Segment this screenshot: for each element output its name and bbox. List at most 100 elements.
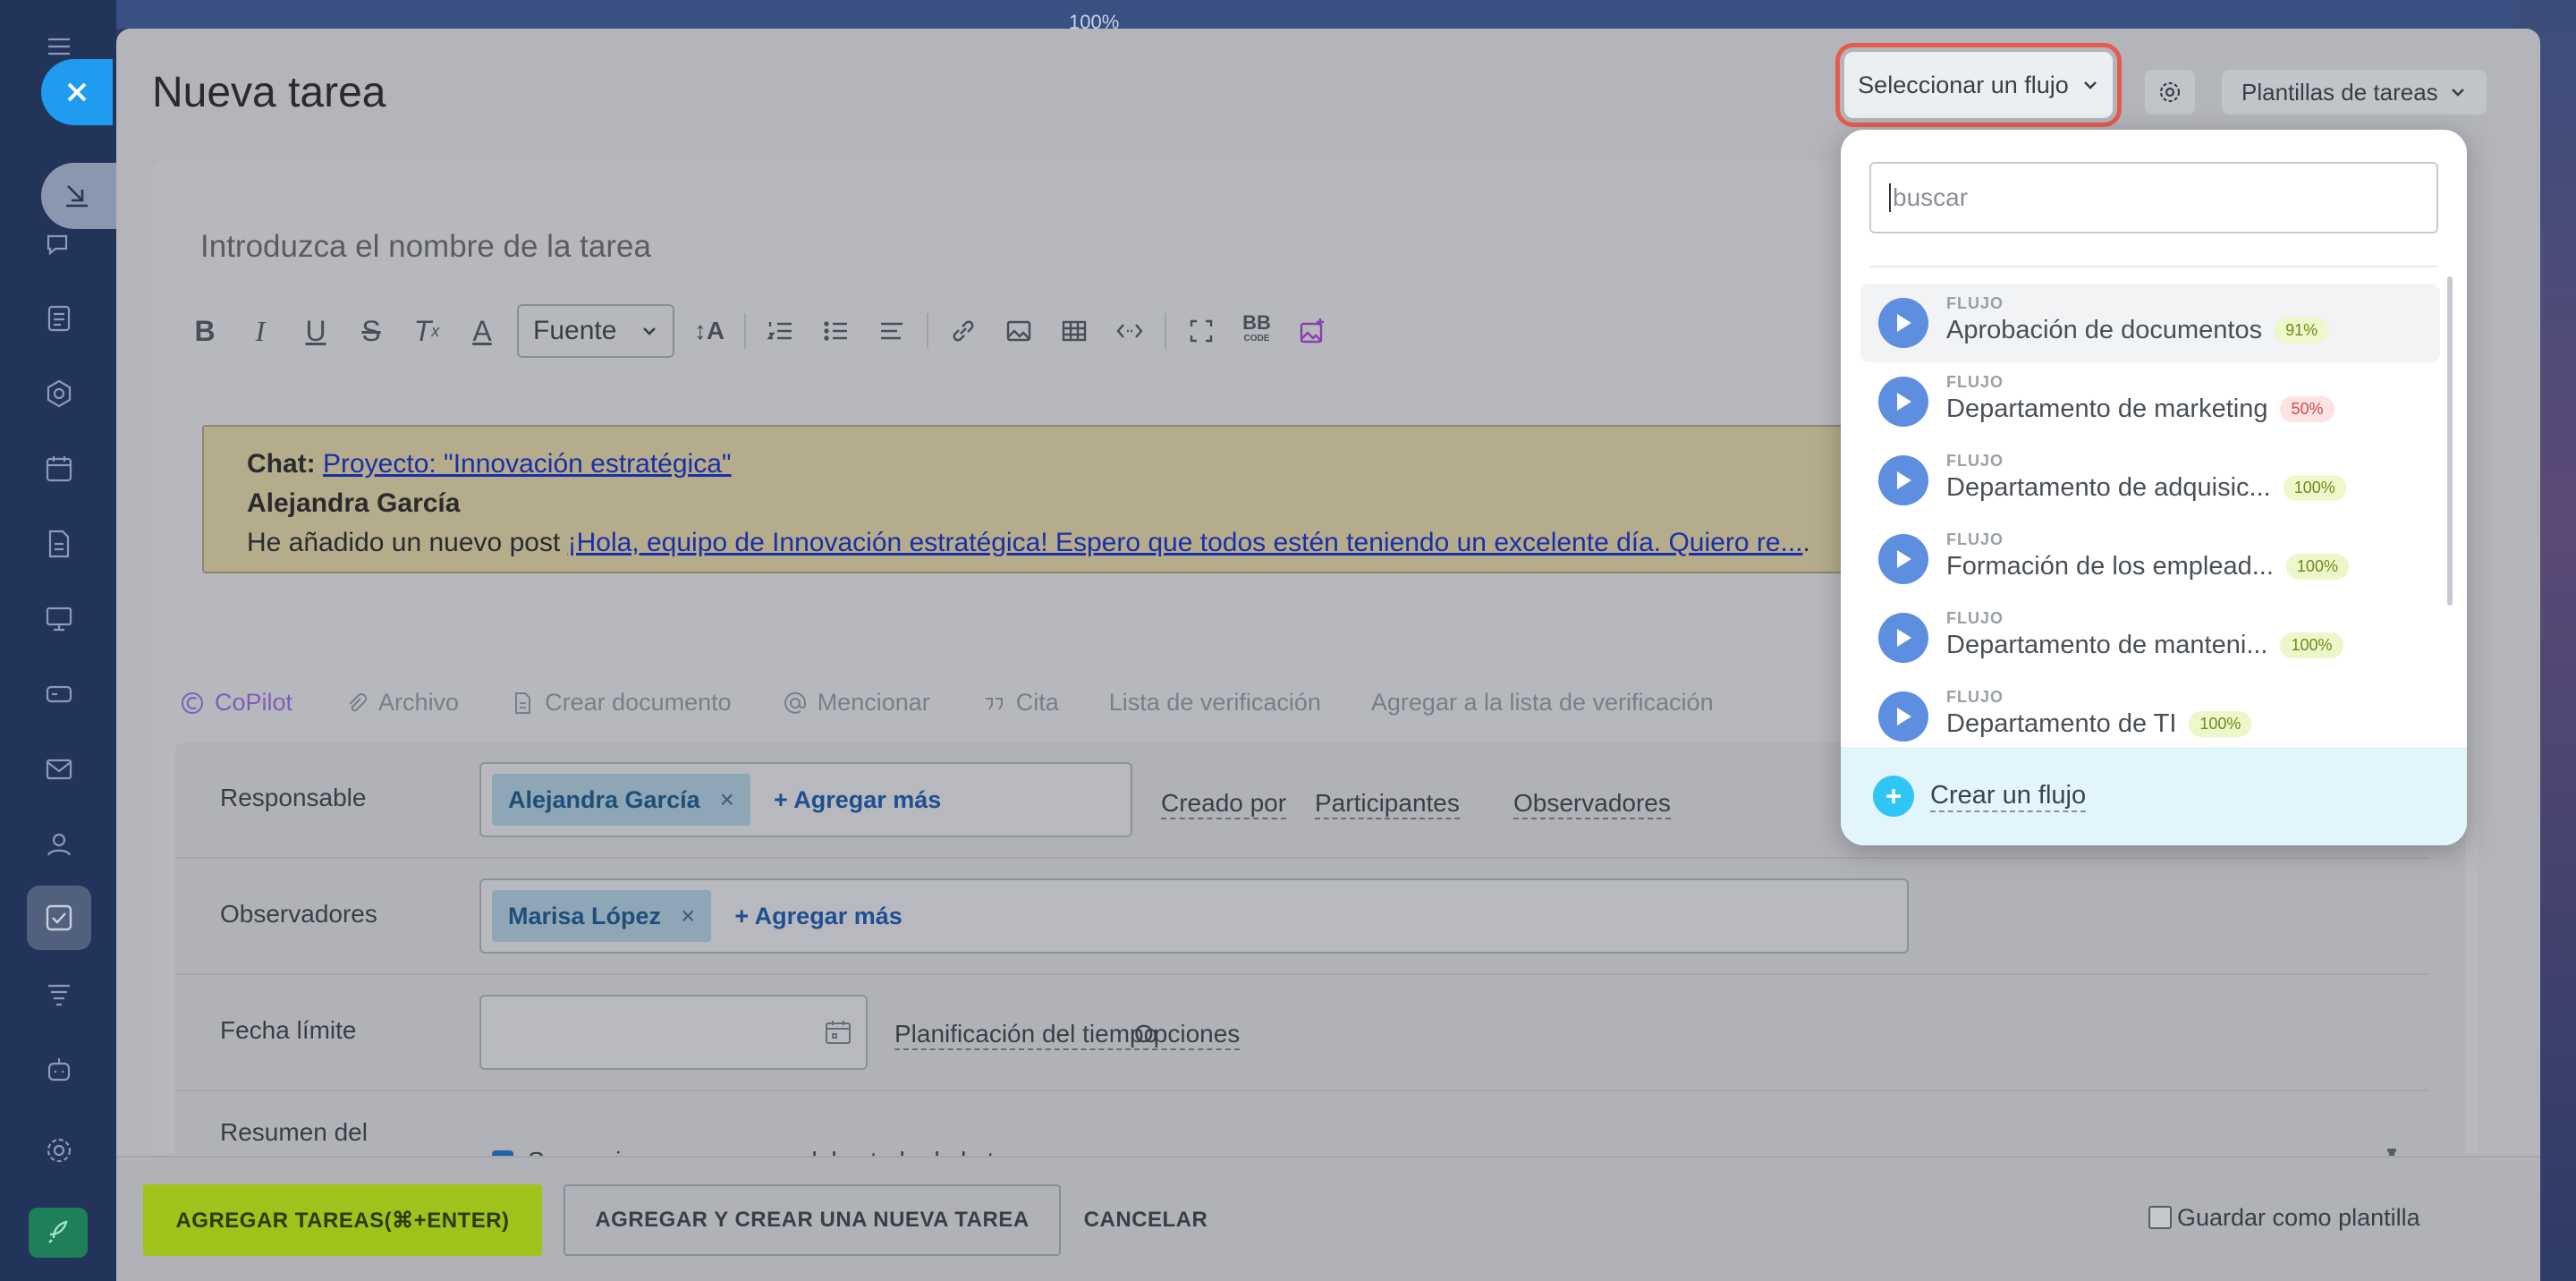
created-by-link[interactable]: Creado por bbox=[1161, 789, 1287, 819]
chat-icon[interactable] bbox=[39, 225, 79, 265]
flow-list-scrollbar[interactable] bbox=[2447, 276, 2453, 606]
remove-chip-icon[interactable]: × bbox=[720, 785, 734, 814]
bullet-list-button[interactable] bbox=[809, 303, 864, 359]
align-left-icon bbox=[881, 322, 902, 340]
feed-icon[interactable] bbox=[39, 299, 79, 338]
flow-item[interactable]: FLUJO Departamento de marketing 50% bbox=[1860, 362, 2440, 441]
observadores-chip[interactable]: Marisa López × bbox=[492, 890, 712, 942]
flow-caption: FLUJO bbox=[1946, 530, 2004, 548]
observers-link[interactable]: Observadores bbox=[1513, 789, 1671, 819]
chat-project-link[interactable]: Proyecto: "Innovación estratégica" bbox=[323, 449, 732, 479]
responsable-add-more[interactable]: + Agregar más bbox=[774, 786, 941, 814]
left-sidebar bbox=[0, 0, 116, 1281]
close-modal-button[interactable] bbox=[41, 59, 113, 125]
drive-icon[interactable] bbox=[39, 674, 79, 714]
file-action[interactable]: Archivo bbox=[343, 689, 459, 717]
clear-format-button[interactable]: Tx bbox=[399, 303, 454, 359]
flow-item[interactable]: FLUJO Departamento de TI 100% bbox=[1860, 677, 2440, 749]
font-select[interactable]: Fuente bbox=[517, 304, 674, 358]
bbcode-button[interactable]: BB CODE bbox=[1229, 303, 1284, 359]
deadline-input[interactable] bbox=[479, 995, 868, 1070]
add-to-checklist-label: Agregar a la lista de verificación bbox=[1370, 689, 1714, 716]
flow-item[interactable]: FLUJO Departamento de adquisic... 100% bbox=[1860, 441, 2440, 520]
underline-button[interactable]: U bbox=[288, 303, 343, 359]
time-planning-link[interactable]: Planificación del tiempo bbox=[894, 1020, 1158, 1050]
create-flow-button[interactable]: Crear un flujo bbox=[1841, 747, 2467, 845]
font-size-button[interactable]: ↕A bbox=[682, 303, 737, 359]
flow-efficiency-badge: 91% bbox=[2275, 318, 2329, 344]
responsable-chip-label: Alejandra García bbox=[508, 785, 700, 813]
templates-button[interactable]: Plantillas de tareas bbox=[2222, 70, 2487, 115]
strikethrough-button[interactable]: S bbox=[343, 303, 399, 359]
observadores-field[interactable]: Marisa López × + Agregar más bbox=[479, 878, 1909, 954]
flow-item[interactable]: FLUJO Formación de los emplead... 100% bbox=[1860, 520, 2440, 598]
mail-icon[interactable] bbox=[39, 750, 79, 789]
remove-chip-icon[interactable]: × bbox=[681, 902, 695, 930]
bullet-list-icon bbox=[824, 321, 847, 341]
bold-button[interactable]: B bbox=[177, 303, 233, 359]
toolbar-divider bbox=[927, 313, 928, 349]
post-prefix: He añadido un nuevo post bbox=[247, 528, 568, 557]
robot-icon[interactable] bbox=[39, 1050, 79, 1090]
flow-icon bbox=[1878, 298, 1928, 348]
quote-action[interactable]: Cita bbox=[980, 689, 1059, 717]
flow-item[interactable]: FLUJO Aprobación de documentos 91% bbox=[1860, 284, 2440, 362]
checklist-action[interactable]: Lista de verificación bbox=[1109, 689, 1321, 717]
image-button[interactable] bbox=[991, 303, 1046, 359]
text-color-button[interactable]: A bbox=[454, 303, 510, 359]
add-to-checklist-action[interactable]: Agregar a la lista de verificación bbox=[1371, 689, 1714, 717]
settings-button[interactable] bbox=[2145, 70, 2195, 115]
create-document-action[interactable]: Crear documento bbox=[509, 689, 732, 717]
ai-image-button[interactable] bbox=[1284, 303, 1340, 359]
add-and-create-new-button[interactable]: AGREGAR Y CREAR UNA NUEVA TAREA bbox=[564, 1184, 1061, 1256]
fullscreen-button[interactable] bbox=[1174, 303, 1229, 359]
cancel-button[interactable]: CANCELAR bbox=[1079, 1184, 1213, 1256]
editor-actions: CoPilot Archivo Crear documento Menciona… bbox=[179, 689, 1714, 717]
filter-icon[interactable] bbox=[39, 975, 79, 1014]
options-link[interactable]: Opciones bbox=[1134, 1020, 1241, 1050]
paperclip-icon bbox=[349, 692, 368, 711]
task-name-input[interactable]: Introduzca el nombre de la tarea bbox=[200, 229, 651, 265]
flow-search-input[interactable]: buscar bbox=[1869, 162, 2438, 233]
align-button[interactable] bbox=[864, 303, 919, 359]
copilot-action[interactable]: CoPilot bbox=[179, 689, 292, 717]
numbered-list-button[interactable] bbox=[753, 303, 809, 359]
observadores-chip-label: Marisa López bbox=[508, 902, 662, 929]
flow-efficiency-badge: 100% bbox=[2280, 632, 2343, 658]
responsable-field[interactable]: Alejandra García × + Agregar más bbox=[479, 762, 1132, 837]
flow-caption: FLUJO bbox=[1946, 688, 2004, 706]
contacts-icon[interactable] bbox=[39, 825, 79, 864]
flow-search-placeholder: buscar bbox=[1893, 183, 1969, 211]
sidebar-tasks-active[interactable] bbox=[27, 886, 91, 950]
flow-icon bbox=[1878, 613, 1928, 663]
boards-icon[interactable] bbox=[39, 599, 79, 639]
select-flow-button[interactable]: Seleccionar un flujo bbox=[1835, 43, 2122, 127]
ai-image-icon bbox=[1300, 318, 1324, 344]
toolbar-divider bbox=[1165, 313, 1166, 349]
font-select-label: Fuente bbox=[533, 316, 617, 345]
flow-icon bbox=[1878, 534, 1928, 584]
save-template-checkbox[interactable] bbox=[2148, 1206, 2172, 1229]
rocket-button[interactable] bbox=[29, 1208, 88, 1258]
collab-icon[interactable] bbox=[39, 374, 79, 413]
table-button[interactable] bbox=[1046, 303, 1102, 359]
add-task-button[interactable]: AGREGAR TAREAS(⌘+ENTER) bbox=[143, 1184, 542, 1256]
flow-name: Departamento de marketing bbox=[1946, 394, 2268, 423]
participants-link[interactable]: Participantes bbox=[1315, 789, 1460, 819]
flow-item[interactable]: FLUJO Departamento de manteni... 100% bbox=[1860, 598, 2440, 677]
responsable-label: Responsable bbox=[220, 784, 367, 811]
link-button[interactable] bbox=[936, 303, 991, 359]
post-link[interactable]: ¡Hola, equipo de Innovación estratégica!… bbox=[568, 528, 1803, 557]
calendar-icon[interactable] bbox=[39, 449, 79, 488]
document-icon bbox=[515, 691, 531, 714]
code-button[interactable] bbox=[1102, 303, 1157, 359]
mention-action[interactable]: Mencionar bbox=[782, 689, 930, 717]
summary-label: Resumen del bbox=[220, 1118, 368, 1146]
sidebar-selected-item[interactable] bbox=[41, 163, 116, 229]
documents-icon[interactable] bbox=[39, 524, 79, 564]
settings-icon[interactable] bbox=[39, 1131, 79, 1170]
responsable-chip[interactable]: Alejandra García × bbox=[492, 774, 750, 826]
observadores-add-more[interactable]: + Agregar más bbox=[734, 903, 902, 930]
post-suffix: . bbox=[1802, 528, 1810, 557]
italic-button[interactable]: I bbox=[233, 303, 288, 359]
